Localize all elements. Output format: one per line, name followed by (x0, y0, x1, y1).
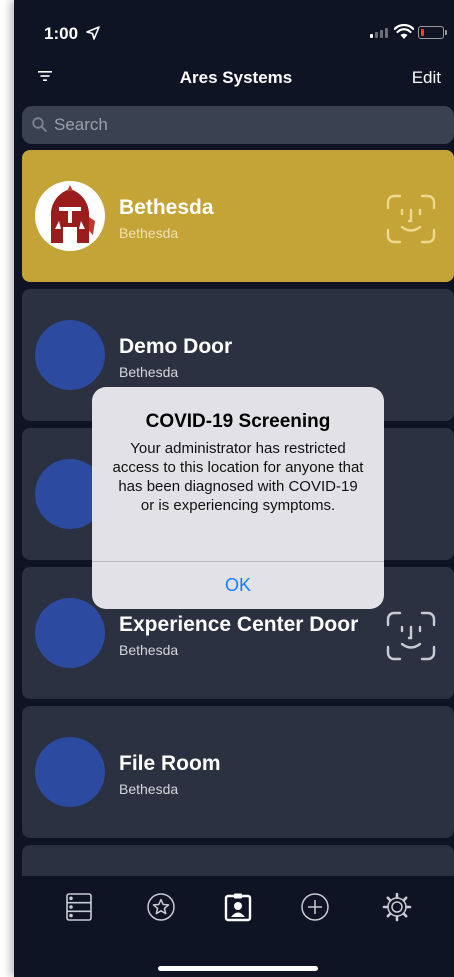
alert-message: Your administrator has restricted access… (112, 440, 364, 514)
search-input[interactable] (54, 106, 444, 144)
door-item-bethesda[interactable]: Bethesda Bethesda (22, 150, 454, 282)
server-list-icon[interactable] (64, 892, 94, 922)
status-time: 1:00 (44, 24, 79, 43)
door-location: Bethesda (119, 642, 179, 658)
wifi-icon (394, 24, 414, 39)
door-location: Bethesda (119, 781, 179, 797)
door-location: Bethesda (119, 225, 179, 241)
battery-level (420, 28, 424, 36)
phone-screen: 1:00 Ares Systems Edit Search Bethesda B… (14, 0, 454, 977)
gear-icon[interactable] (382, 892, 412, 922)
signal-icon (370, 28, 388, 38)
door-location: Bethesda (119, 364, 179, 380)
door-name: Demo Door (119, 335, 233, 358)
face-id-icon[interactable] (386, 611, 436, 661)
search-bar[interactable] (22, 106, 454, 144)
search-icon (32, 117, 47, 132)
door-avatar (35, 737, 105, 807)
alert-title: COVID-19 Screening (145, 411, 331, 432)
covid-screening-alert: COVID-19 Screening Your administrator ha… (92, 387, 384, 609)
face-id-icon[interactable] (386, 194, 436, 244)
battery-icon (418, 26, 444, 39)
home-indicator[interactable] (158, 966, 318, 971)
page-title: Ares Systems (179, 68, 293, 87)
ares-logo (35, 181, 105, 251)
ok-button[interactable]: OK (92, 562, 384, 609)
door-item-file-room[interactable]: File Room Bethesda (22, 706, 454, 838)
badge-icon[interactable] (223, 892, 253, 922)
plus-circle-icon[interactable] (300, 892, 330, 922)
door-name: File Room (119, 752, 221, 775)
door-name: Experience Center Door (119, 613, 359, 636)
door-name: Bethesda (119, 196, 214, 219)
nav-bar: Ares Systems Edit (14, 62, 454, 96)
star-circle-icon[interactable] (146, 892, 176, 922)
tab-bar (14, 876, 454, 977)
location-arrow-icon (86, 26, 100, 40)
door-avatar (35, 320, 105, 390)
status-bar: 1:00 (14, 0, 454, 60)
battery-nub (445, 30, 447, 35)
edit-button[interactable]: Edit (412, 68, 441, 88)
